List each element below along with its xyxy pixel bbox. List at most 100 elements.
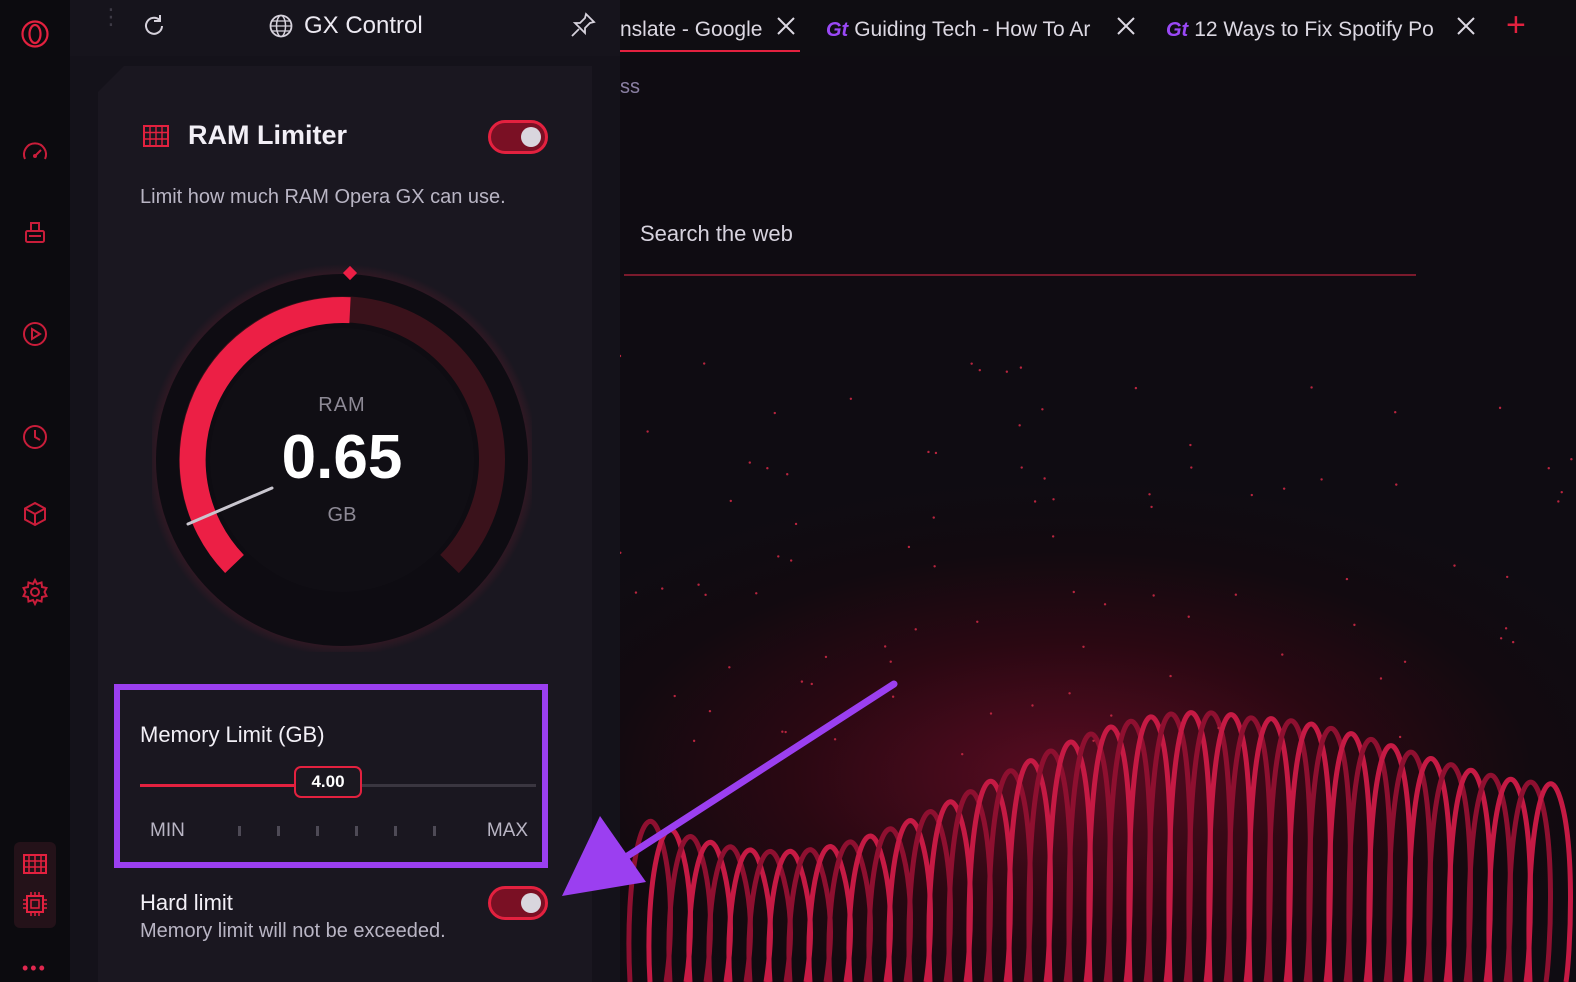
pin-icon[interactable] [568,10,598,40]
particle [1504,627,1508,630]
slider-tick [433,826,436,836]
slider-tick [277,826,280,836]
memory-limit-section: Memory Limit (GB) 4.00 MIN MAX [114,684,548,868]
particle [755,592,758,595]
particle [1068,692,1071,695]
gx-control-panel: ⋮ GX Control RAM Limiter Limit how much … [70,0,620,982]
particle [634,591,638,594]
particle [702,362,706,365]
particle [1041,408,1044,411]
player-icon[interactable] [17,316,53,352]
particle [646,430,649,433]
particle [1217,726,1220,730]
particle [1110,714,1113,717]
hard-limit-toggle[interactable] [488,886,548,920]
toggle-knob [521,893,541,913]
particle [978,368,981,372]
particle [1033,500,1037,503]
particle [914,628,917,631]
particle [729,499,732,503]
search-underline [624,274,1416,276]
particle [1187,615,1190,618]
panel-title: GX Control [304,12,423,39]
particle [1190,466,1193,469]
particle [976,620,979,623]
breadcrumb-fragment: ss [620,76,640,98]
particle [1052,498,1055,501]
hard-limit-description: Memory limit will not be exceeded. [140,920,446,942]
gauge-value: 0.65 [281,423,403,492]
drag-handle-icon[interactable]: ⋮ [100,6,122,28]
slider-fill [140,784,295,787]
particle [794,522,798,526]
ram-limiter-icon[interactable] [17,846,53,882]
settings-icon[interactable] [17,574,53,610]
close-icon[interactable] [1114,14,1138,38]
extensions-icon[interactable] [17,496,53,532]
gauge-label: RAM [318,394,366,416]
toggle-knob [521,127,541,147]
guiding-tech-favicon-icon: Gt [826,18,849,41]
more-icon[interactable]: ••• [22,959,47,977]
particle [1152,594,1155,597]
cpu-limiter-icon[interactable] [17,886,53,922]
gauge-unit: GB [327,504,357,526]
particle [620,551,622,555]
particle [1018,424,1021,427]
particle [1570,457,1573,461]
particle [824,655,828,659]
search-input[interactable]: Search the web [640,221,793,247]
panel-header: ⋮ GX Control [70,0,620,56]
particle [1353,623,1356,627]
tab-label: 12 Ways to Fix Spotify Po [1194,18,1434,41]
particle [697,583,700,586]
globe-icon [269,14,293,38]
tab-google-translate[interactable]: nslate - Google [620,14,768,46]
speed-dial-icon[interactable] [17,136,53,172]
particle [1148,493,1151,496]
particle [1082,645,1085,648]
hard-limit-title: Hard limit [140,890,233,915]
slider-thumb[interactable]: 4.00 [294,766,362,798]
guiding-tech-favicon-icon: Gt [1166,18,1189,41]
slider-tick [316,826,319,836]
particle [1134,386,1138,390]
close-icon[interactable] [1454,14,1478,38]
particle [1103,603,1107,606]
slider-tick [238,826,241,836]
opera-logo-icon[interactable] [17,16,53,52]
reload-icon[interactable] [140,12,168,40]
particle [1498,406,1502,410]
ram-icon [143,124,169,147]
particle [961,752,964,756]
particle [704,593,707,597]
particle [1505,575,1509,579]
particle [1169,674,1172,678]
ram-limiter-toggle[interactable] [488,120,548,154]
particle [1394,411,1397,414]
tab-guiding-tech[interactable]: Gt Guiding Tech - How To Ar [826,14,1108,46]
particle [1020,466,1023,469]
close-icon[interactable] [774,14,798,38]
particle [1560,490,1563,494]
particle [1345,577,1349,581]
particle [1395,483,1398,486]
ram-limiter-title: RAM Limiter [188,120,348,150]
particle [1511,640,1515,644]
memory-limit-title: Memory Limit (GB) [140,722,325,747]
new-tab-button[interactable]: + [1506,8,1526,42]
particle [1031,704,1034,707]
active-tab-indicator [620,50,800,52]
particle [1051,535,1055,538]
particle [777,555,780,558]
cleaner-icon[interactable] [17,214,53,250]
particle [773,411,776,415]
particle [748,461,751,464]
particle [1499,637,1503,640]
history-icon[interactable] [17,419,53,455]
particle [1072,590,1075,594]
particle [1092,739,1095,742]
tab-spotify-fix[interactable]: Gt 12 Ways to Fix Spotify Po [1166,14,1448,46]
particle [1150,505,1153,509]
tab-label: nslate - Google [620,18,763,41]
